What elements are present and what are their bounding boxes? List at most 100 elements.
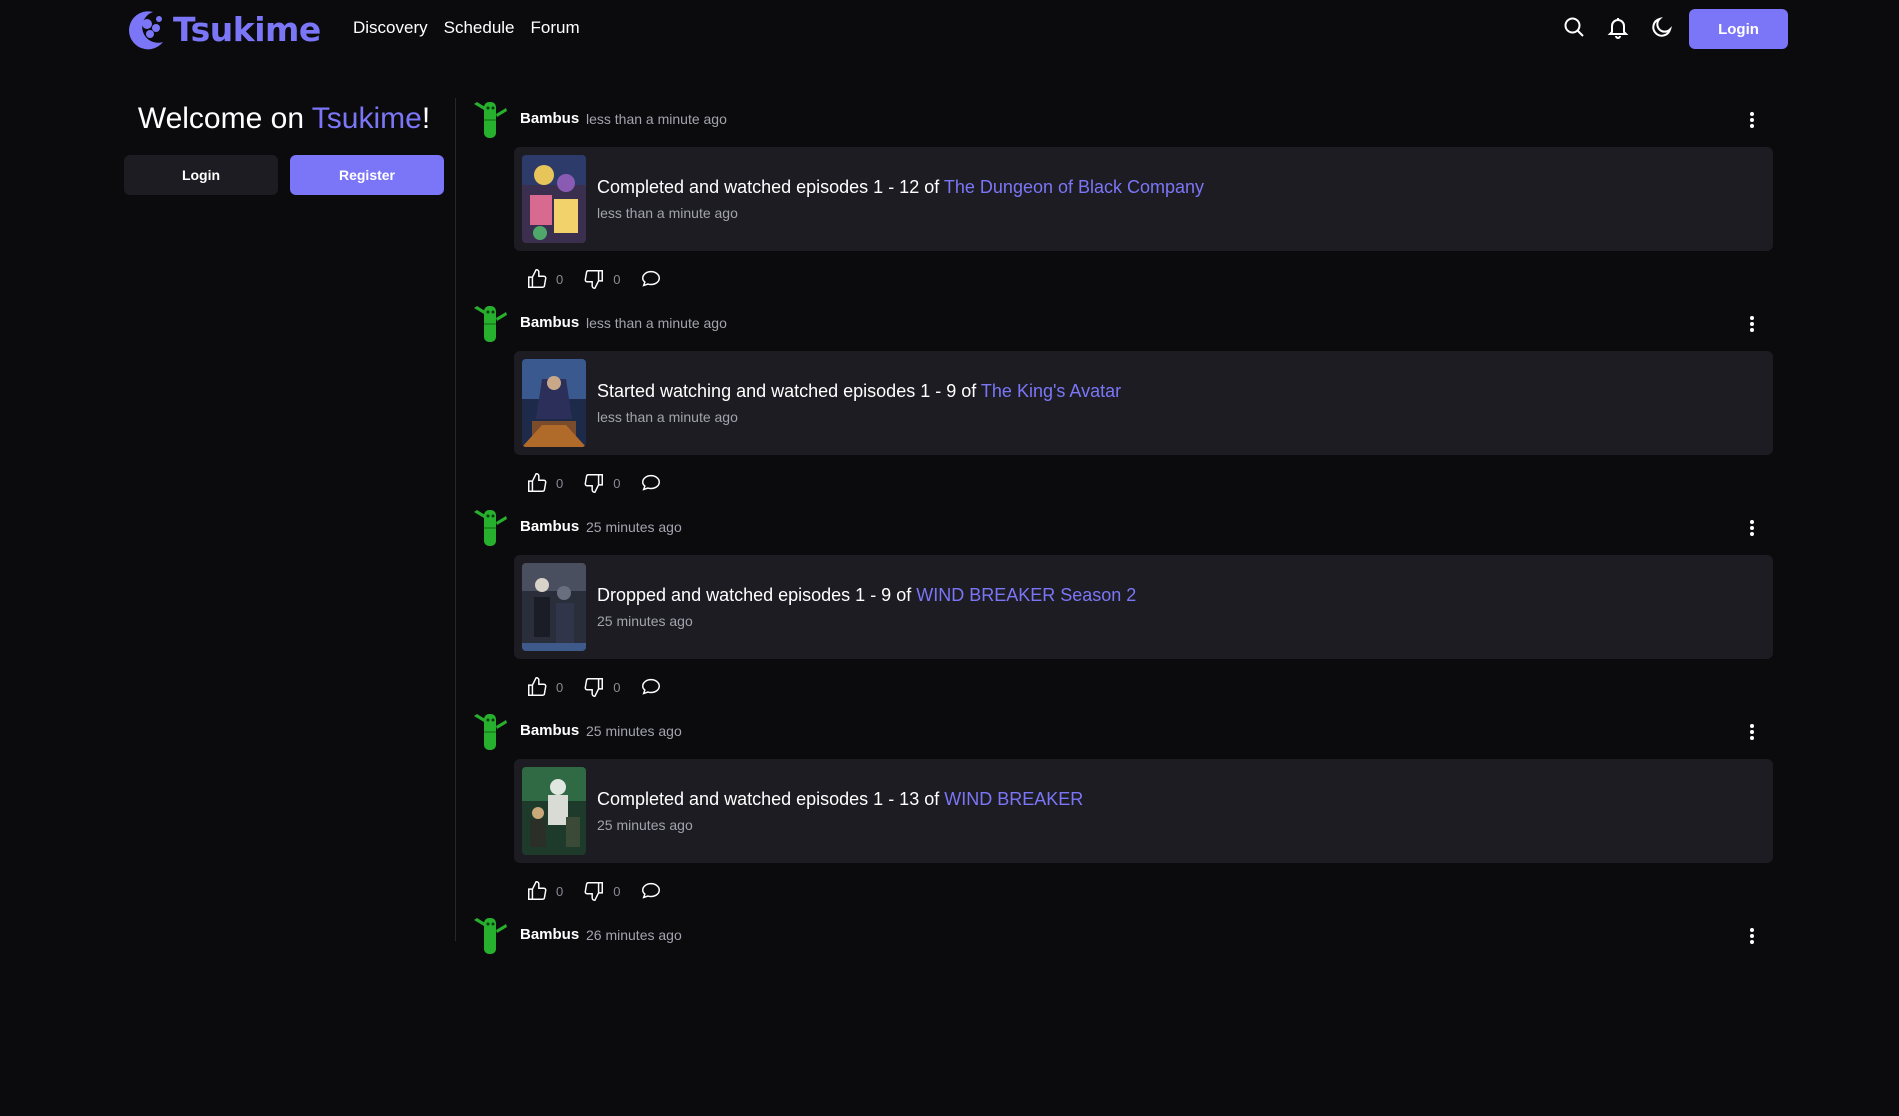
thumbs-up-icon: [528, 269, 547, 288]
post-timestamp: 25 minutes ago: [586, 723, 682, 739]
nav-forum[interactable]: Forum: [531, 18, 580, 38]
column-divider: [455, 98, 456, 941]
like-count: 0: [556, 475, 564, 491]
welcome-suffix: !: [421, 102, 431, 135]
anime-title-link[interactable]: WIND BREAKER: [944, 789, 1083, 809]
feed-post: Bambus 25 minutes ago Dropped and watche…: [470, 504, 1780, 708]
more-options-icon[interactable]: [1743, 722, 1761, 742]
dislike-button[interactable]: 0: [583, 268, 620, 290]
like-button[interactable]: 0: [526, 268, 563, 290]
logo[interactable]: Tsukime: [123, 6, 321, 52]
anime-cover-image[interactable]: [522, 155, 586, 243]
feed-post: Bambus less than a minute ago Completed …: [470, 96, 1780, 300]
activity-action-text: Dropped and watched episodes 1 - 9 of: [597, 585, 917, 605]
anime-cover-image[interactable]: [522, 563, 586, 651]
thumbs-down-icon: [584, 882, 604, 901]
nav-discovery[interactable]: Discovery: [353, 18, 428, 38]
card-timestamp: less than a minute ago: [597, 205, 738, 221]
comment-icon: [642, 678, 661, 695]
post-actions: 0 0: [526, 676, 682, 698]
comment-icon: [642, 882, 661, 899]
activity-description: Started watching and watched episodes 1 …: [597, 381, 1121, 402]
top-header: Tsukime Discovery Schedule Forum Login: [0, 0, 1899, 58]
thumbs-up-icon: [528, 881, 547, 900]
post-username[interactable]: Bambus: [520, 926, 579, 943]
logo-icon: [129, 11, 163, 50]
sidebar-login-button[interactable]: Login: [124, 155, 278, 195]
more-options-icon[interactable]: [1743, 314, 1761, 334]
moon-icon[interactable]: [1650, 15, 1674, 39]
feed-post: Bambus 26 minutes ago: [470, 912, 1780, 1116]
nav-schedule[interactable]: Schedule: [444, 18, 515, 38]
post-timestamp: less than a minute ago: [586, 111, 727, 127]
thumbs-down-icon: [584, 678, 604, 697]
avatar[interactable]: [470, 98, 510, 140]
dislike-count: 0: [613, 271, 621, 287]
activity-description: Completed and watched episodes 1 - 12 of…: [597, 177, 1204, 198]
more-options-icon[interactable]: [1743, 926, 1761, 946]
activity-card[interactable]: Started watching and watched episodes 1 …: [514, 351, 1773, 455]
dislike-count: 0: [613, 475, 621, 491]
post-timestamp: less than a minute ago: [586, 315, 727, 331]
post-username[interactable]: Bambus: [520, 314, 579, 331]
header-login-button[interactable]: Login: [1689, 9, 1788, 49]
sidebar-register-button[interactable]: Register: [290, 155, 444, 195]
avatar[interactable]: [470, 506, 510, 548]
activity-card[interactable]: Dropped and watched episodes 1 - 9 of WI…: [514, 555, 1773, 659]
card-timestamp: 25 minutes ago: [597, 817, 693, 833]
activity-action-text: Completed and watched episodes 1 - 12 of: [597, 177, 944, 197]
activity-action-text: Completed and watched episodes 1 - 13 of: [597, 789, 945, 809]
dislike-button[interactable]: 0: [583, 880, 620, 902]
anime-title-link[interactable]: The Dungeon of Black Company: [944, 177, 1204, 197]
avatar[interactable]: [470, 914, 510, 956]
activity-card[interactable]: Completed and watched episodes 1 - 12 of…: [514, 147, 1773, 251]
feed-post: Bambus less than a minute ago Started wa…: [470, 300, 1780, 504]
avatar[interactable]: [470, 710, 510, 752]
dislike-button[interactable]: 0: [583, 676, 620, 698]
comment-button[interactable]: [640, 676, 662, 698]
search-icon[interactable]: [1562, 15, 1586, 39]
activity-action-text: Started watching and watched episodes 1 …: [597, 381, 981, 401]
comment-button[interactable]: [640, 268, 662, 290]
card-timestamp: less than a minute ago: [597, 409, 738, 425]
like-button[interactable]: 0: [526, 676, 563, 698]
anime-cover-image[interactable]: [522, 767, 586, 855]
main-nav: Discovery Schedule Forum: [353, 18, 580, 38]
comment-icon: [642, 270, 661, 287]
more-options-icon[interactable]: [1743, 110, 1761, 130]
comment-icon: [642, 474, 661, 491]
card-timestamp: 25 minutes ago: [597, 613, 693, 629]
like-count: 0: [556, 883, 564, 899]
feed-post: Bambus 25 minutes ago Completed and watc…: [470, 708, 1780, 912]
post-actions: 0 0: [526, 880, 682, 902]
bell-icon[interactable]: [1606, 15, 1630, 39]
welcome-heading: Welcome on Tsukime!: [124, 102, 444, 136]
like-button[interactable]: 0: [526, 472, 563, 494]
thumbs-down-icon: [584, 474, 604, 493]
thumbs-up-icon: [528, 473, 547, 492]
brand-name: Tsukime: [173, 9, 321, 49]
activity-description: Dropped and watched episodes 1 - 9 of WI…: [597, 585, 1136, 606]
more-options-icon[interactable]: [1743, 518, 1761, 538]
comment-button[interactable]: [640, 880, 662, 902]
thumbs-up-icon: [528, 677, 547, 696]
post-actions: 0 0: [526, 268, 682, 290]
thumbs-down-icon: [584, 270, 604, 289]
post-timestamp: 25 minutes ago: [586, 519, 682, 535]
post-username[interactable]: Bambus: [520, 518, 579, 535]
like-button[interactable]: 0: [526, 880, 563, 902]
activity-feed: Bambus less than a minute ago Completed …: [470, 96, 1780, 1116]
post-username[interactable]: Bambus: [520, 110, 579, 127]
comment-button[interactable]: [640, 472, 662, 494]
anime-cover-image[interactable]: [522, 359, 586, 447]
welcome-brand: Tsukime: [311, 102, 422, 135]
post-actions: 0 0: [526, 472, 682, 494]
post-username[interactable]: Bambus: [520, 722, 579, 739]
anime-title-link[interactable]: The King's Avatar: [981, 381, 1121, 401]
anime-title-link[interactable]: WIND BREAKER Season 2: [916, 585, 1136, 605]
dislike-count: 0: [613, 883, 621, 899]
activity-card[interactable]: Completed and watched episodes 1 - 13 of…: [514, 759, 1773, 863]
avatar[interactable]: [470, 302, 510, 344]
dislike-button[interactable]: 0: [583, 472, 620, 494]
like-count: 0: [556, 679, 564, 695]
